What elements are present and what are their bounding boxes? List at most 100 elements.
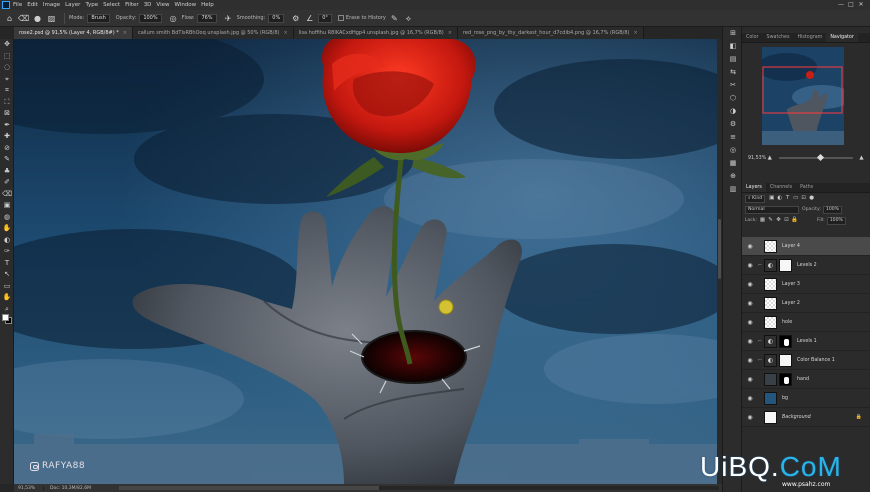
gradient-tool-icon[interactable]: ▣ <box>0 200 14 212</box>
zoom-in-icon[interactable]: ▲ <box>858 155 865 162</box>
maximize-icon[interactable]: □ <box>846 1 856 9</box>
menu-file[interactable]: File <box>13 0 22 10</box>
tab-histogram[interactable]: Histogram <box>793 33 826 42</box>
filter-toggle-icon[interactable]: ● <box>808 195 815 202</box>
menu-edit[interactable]: Edit <box>27 0 38 10</box>
tab-color[interactable]: Color <box>742 33 763 42</box>
pressure-opacity-icon[interactable]: ◎ <box>168 13 179 24</box>
layer-thumbnail[interactable] <box>764 315 777 329</box>
layer-name[interactable]: Layer 2 <box>782 301 800 306</box>
move-tool-icon[interactable]: ✥ <box>0 39 14 51</box>
crop-tool-icon[interactable]: ⌗ <box>0 85 14 97</box>
color-swatches[interactable] <box>2 314 12 324</box>
tab-callum-smith[interactable]: callum smith BdTIsRBhOoq unsplash.jpg @ … <box>132 27 294 39</box>
lock-pixels-icon[interactable]: ✎ <box>767 217 774 224</box>
menu-select[interactable]: Select <box>103 0 120 10</box>
layer-mask-thumbnail[interactable] <box>779 353 792 367</box>
eraser-tool-icon[interactable]: ⌫ <box>0 189 14 201</box>
tab-rose2[interactable]: rose2.psd @ 91,5% (Layer 4, RGB/8#) * × <box>14 27 133 39</box>
blur-tool-icon[interactable]: ◍ <box>0 212 14 224</box>
symmetry-icon[interactable]: ⟡ <box>403 13 414 24</box>
smudge-tool-icon[interactable]: ✋ <box>0 223 14 235</box>
layer-row[interactable]: ◉ hand <box>742 370 870 389</box>
type-tool-icon[interactable]: T <box>0 258 14 270</box>
panel-swap-icon[interactable]: ⇆ <box>723 66 743 79</box>
panel-3d-icon[interactable]: ⬡ <box>723 92 743 105</box>
tab-close-icon[interactable]: × <box>634 30 638 36</box>
visibility-eye-icon[interactable]: ◉ <box>742 243 758 250</box>
panel-adjust-icon[interactable]: ◧ <box>723 40 743 53</box>
panel-target-icon[interactable]: ◎ <box>723 144 743 157</box>
layer-row[interactable]: ◉ ⌐ ◐ Color Balance 1 <box>742 351 870 370</box>
layer-thumbnail[interactable]: ◐ <box>764 258 777 272</box>
panel-settings-gear-icon[interactable]: ⚙ <box>723 118 743 131</box>
zoom-slider-handle[interactable] <box>817 153 825 162</box>
visibility-eye-icon[interactable]: ◉ <box>742 300 758 307</box>
navigator-zoom-slider[interactable] <box>779 153 853 162</box>
healing-brush-tool-icon[interactable]: ✚ <box>0 131 14 143</box>
menu-type[interactable]: Type <box>85 0 98 10</box>
tab-close-icon[interactable]: × <box>123 30 127 36</box>
filter-smart-object-icon[interactable]: ⊡ <box>800 195 807 202</box>
layer-thumbnail[interactable] <box>764 239 777 253</box>
layer-thumbnail[interactable] <box>764 296 777 310</box>
hand-tool-icon[interactable]: ✋ <box>0 292 14 304</box>
menu-filter[interactable]: Filter <box>125 0 139 10</box>
layer-opacity-field[interactable]: 100% <box>822 205 843 214</box>
layer-row[interactable]: ◉ bg <box>742 389 870 408</box>
eyedropper-tool-icon[interactable]: ✒ <box>0 120 14 132</box>
slice-tool-icon[interactable]: ⊠ <box>0 108 14 120</box>
layer-row[interactable]: ◉ hole <box>742 313 870 332</box>
erase-to-history-checkbox[interactable] <box>337 15 344 21</box>
tab-close-icon[interactable]: × <box>283 30 287 36</box>
layer-thumbnail[interactable] <box>764 410 777 424</box>
layer-row[interactable]: ◉ Layer 4 <box>742 237 870 256</box>
clone-stamp-tool-icon[interactable]: ♣ <box>0 166 14 178</box>
layer-thumbnail[interactable] <box>764 391 777 405</box>
visibility-eye-icon[interactable]: ◉ <box>742 338 758 345</box>
smoothing-field[interactable]: 0% <box>268 13 285 23</box>
minimize-icon[interactable]: — <box>836 1 846 9</box>
tab-navigator[interactable]: Navigator <box>826 33 858 42</box>
visibility-eye-icon[interactable]: ◉ <box>742 414 758 421</box>
tab-close-icon[interactable]: × <box>448 30 452 36</box>
flow-field[interactable]: 76% <box>197 13 217 23</box>
close-icon[interactable]: ✕ <box>856 1 866 9</box>
tab-swatches[interactable]: Swatches <box>763 33 794 42</box>
scrollbar-thumb[interactable] <box>119 486 379 490</box>
layer-mask-thumbnail[interactable] <box>779 334 792 348</box>
panel-contrast-icon[interactable]: ◑ <box>723 105 743 118</box>
panel-columns-icon[interactable]: ▥ <box>723 183 743 196</box>
lock-artboard-icon[interactable]: ⊡ <box>783 217 790 224</box>
home-icon[interactable]: ⌂ <box>4 13 15 24</box>
fill-field[interactable]: 100% <box>826 216 846 225</box>
horizontal-scrollbar[interactable] <box>119 486 719 490</box>
layer-kind-filter[interactable]: ⌕ Kind <box>745 194 766 203</box>
layer-name[interactable]: hand <box>797 377 809 382</box>
layer-mask-thumbnail[interactable] <box>779 258 792 272</box>
panel-add-icon[interactable]: ⊕ <box>723 170 743 183</box>
quick-select-tool-icon[interactable]: ⌖ <box>0 74 14 86</box>
brush-settings-icon[interactable]: ▨ <box>46 13 57 24</box>
layer-name[interactable]: Layer 3 <box>782 282 800 287</box>
zoom-level[interactable]: 91,53% <box>14 485 44 491</box>
marquee-tool-icon[interactable]: ⬚ <box>0 51 14 63</box>
visibility-eye-icon[interactable]: ◉ <box>742 281 758 288</box>
eraser-tool-preset-icon[interactable]: ⌫ <box>18 13 29 24</box>
lasso-tool-icon[interactable]: ◌ <box>0 62 14 74</box>
lock-transparency-icon[interactable]: ▦ <box>759 217 766 224</box>
visibility-eye-icon[interactable]: ◉ <box>742 357 758 364</box>
layer-row[interactable]: ◉ Background 🔒 <box>742 408 870 427</box>
filter-shape-icon[interactable]: ▭ <box>792 195 799 202</box>
layer-name[interactable]: Layer 4 <box>782 244 800 249</box>
layer-name[interactable]: Color Balance 1 <box>797 358 835 363</box>
tab-red-rose[interactable]: red_rose_png_by_thy_darkest_hour_d7cdib4… <box>457 27 644 39</box>
blend-mode-select[interactable]: Normal <box>745 205 799 214</box>
menu-window[interactable]: Window <box>174 0 196 10</box>
visibility-eye-icon[interactable]: ◉ <box>742 262 758 269</box>
visibility-eye-icon[interactable]: ◉ <box>742 395 758 402</box>
brush-preset-icon[interactable]: ● <box>32 13 43 24</box>
angle-field[interactable]: 0° <box>318 13 332 23</box>
panel-grid-icon[interactable]: ⊞ <box>723 27 743 40</box>
mode-select[interactable]: Brush <box>87 13 110 23</box>
